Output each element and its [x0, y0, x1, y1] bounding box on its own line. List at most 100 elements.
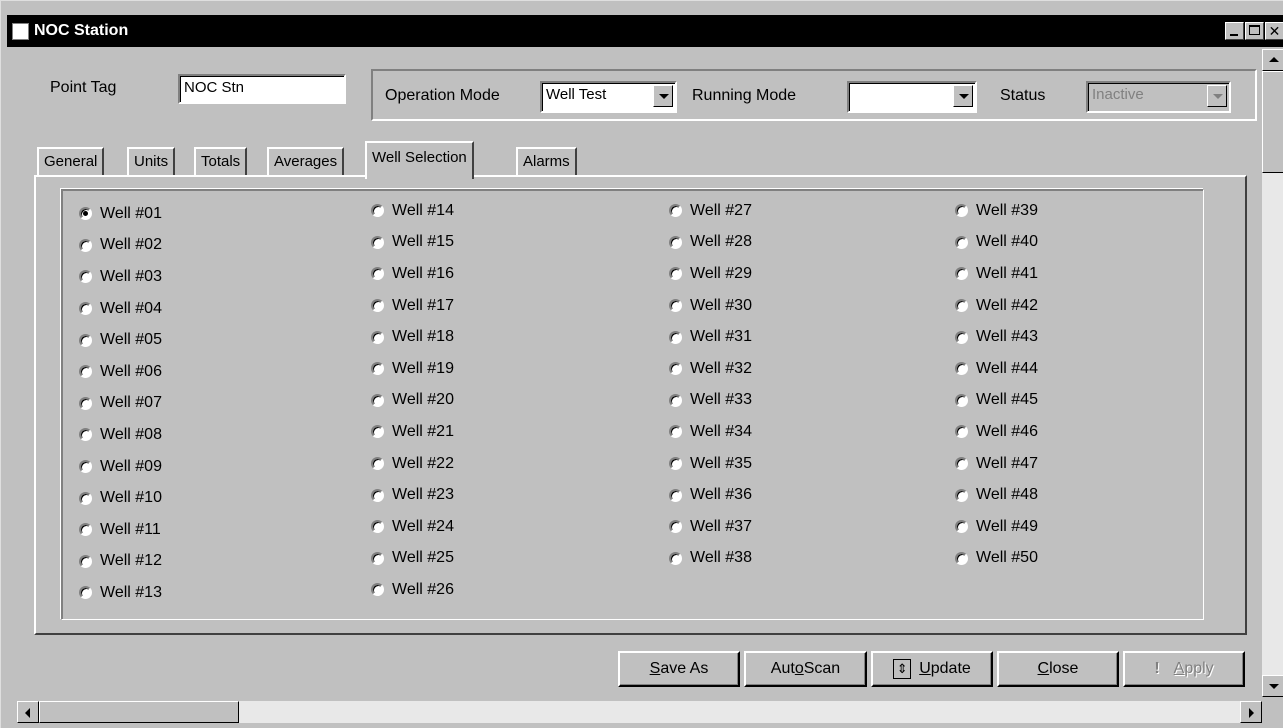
well-radio[interactable]: Well #22 — [371, 448, 454, 480]
radio-button-icon[interactable] — [669, 393, 682, 407]
well-radio[interactable]: Well #07 — [79, 388, 162, 420]
well-radio[interactable]: Well #23 — [371, 479, 454, 511]
radio-button-icon[interactable] — [669, 267, 682, 281]
radio-button-icon[interactable] — [669, 551, 682, 565]
radio-button-icon[interactable] — [371, 267, 384, 281]
radio-button-icon[interactable] — [371, 299, 384, 313]
radio-button-icon[interactable] — [79, 396, 92, 410]
radio-button-icon[interactable] — [371, 520, 384, 534]
radio-button-icon[interactable] — [669, 330, 682, 344]
well-radio[interactable]: Well #44 — [955, 353, 1038, 385]
well-radio[interactable]: Well #41 — [955, 258, 1038, 290]
radio-button-icon[interactable] — [955, 425, 968, 439]
well-radio[interactable]: Well #35 — [669, 448, 752, 480]
well-radio[interactable]: Well #29 — [669, 258, 752, 290]
well-radio[interactable]: Well #16 — [371, 258, 454, 290]
well-radio[interactable]: Well #42 — [955, 290, 1038, 322]
scroll-down-button[interactable] — [1262, 675, 1283, 697]
update-button[interactable]: ⇕ Update — [871, 651, 993, 687]
horizontal-scrollbar[interactable] — [17, 701, 1262, 723]
chevron-down-icon[interactable] — [653, 85, 673, 107]
scroll-right-button[interactable] — [1240, 701, 1262, 723]
radio-button-icon[interactable] — [79, 207, 92, 221]
well-radio[interactable]: Well #33 — [669, 385, 752, 417]
operation-mode-select[interactable]: Well Test — [540, 81, 677, 113]
radio-button-icon[interactable] — [79, 365, 92, 379]
well-radio[interactable]: Well #24 — [371, 511, 454, 543]
radio-button-icon[interactable] — [79, 302, 92, 316]
well-radio[interactable]: Well #37 — [669, 511, 752, 543]
well-radio[interactable]: Well #18 — [371, 321, 454, 353]
radio-button-icon[interactable] — [371, 330, 384, 344]
radio-button-icon[interactable] — [371, 488, 384, 502]
radio-button-icon[interactable] — [955, 362, 968, 376]
radio-button-icon[interactable] — [371, 425, 384, 439]
tab-well-selection[interactable]: Well Selection — [365, 141, 474, 179]
save-as-button[interactable]: Save As — [618, 651, 740, 687]
well-radio[interactable]: Well #34 — [669, 416, 752, 448]
scroll-up-button[interactable] — [1262, 49, 1283, 71]
radio-button-icon[interactable] — [669, 520, 682, 534]
radio-button-icon[interactable] — [669, 204, 682, 218]
close-button[interactable]: Close — [997, 651, 1119, 687]
well-radio[interactable]: Well #08 — [79, 419, 162, 451]
radio-button-icon[interactable] — [79, 523, 92, 537]
well-radio[interactable]: Well #19 — [371, 353, 454, 385]
scroll-left-button[interactable] — [17, 701, 39, 723]
close-window-button[interactable]: ✕ — [1265, 22, 1283, 40]
radio-button-icon[interactable] — [669, 235, 682, 249]
well-radio[interactable]: Well #05 — [79, 324, 162, 356]
horizontal-scroll-thumb[interactable] — [39, 701, 239, 723]
well-radio[interactable]: Well #21 — [371, 416, 454, 448]
well-radio[interactable]: Well #11 — [79, 514, 162, 546]
radio-button-icon[interactable] — [79, 270, 92, 284]
radio-button-icon[interactable] — [955, 520, 968, 534]
well-radio[interactable]: Well #30 — [669, 290, 752, 322]
tab-general[interactable]: General — [37, 147, 105, 177]
well-radio[interactable]: Well #39 — [955, 195, 1038, 227]
minimize-button[interactable] — [1225, 22, 1244, 40]
well-radio[interactable]: Well #15 — [371, 227, 454, 259]
chevron-down-icon[interactable] — [953, 85, 973, 107]
well-radio[interactable]: Well #38 — [669, 543, 752, 575]
well-radio[interactable]: Well #14 — [371, 195, 454, 227]
radio-button-icon[interactable] — [79, 333, 92, 347]
radio-button-icon[interactable] — [79, 586, 92, 600]
well-radio[interactable]: Well #06 — [79, 356, 162, 388]
radio-button-icon[interactable] — [669, 362, 682, 376]
maximize-button[interactable] — [1245, 22, 1264, 40]
well-radio[interactable]: Well #04 — [79, 293, 162, 325]
well-radio[interactable]: Well #31 — [669, 321, 752, 353]
radio-button-icon[interactable] — [955, 488, 968, 502]
radio-button-icon[interactable] — [669, 457, 682, 471]
radio-button-icon[interactable] — [371, 362, 384, 376]
well-radio[interactable]: Well #03 — [79, 261, 162, 293]
well-radio[interactable]: Well #46 — [955, 416, 1038, 448]
running-mode-select[interactable] — [847, 81, 977, 113]
radio-button-icon[interactable] — [371, 393, 384, 407]
tab-totals[interactable]: Totals — [194, 147, 248, 177]
radio-button-icon[interactable] — [669, 425, 682, 439]
radio-button-icon[interactable] — [79, 554, 92, 568]
radio-button-icon[interactable] — [371, 204, 384, 218]
radio-button-icon[interactable] — [955, 551, 968, 565]
radio-button-icon[interactable] — [371, 551, 384, 565]
well-radio[interactable]: Well #27 — [669, 195, 752, 227]
radio-button-icon[interactable] — [955, 235, 968, 249]
well-radio[interactable]: Well #43 — [955, 321, 1038, 353]
well-radio[interactable]: Well #36 — [669, 479, 752, 511]
radio-button-icon[interactable] — [79, 428, 92, 442]
well-radio[interactable]: Well #26 — [371, 574, 454, 606]
point-tag-input[interactable]: NOC Stn — [178, 74, 346, 104]
well-radio[interactable]: Well #10 — [79, 482, 162, 514]
well-radio[interactable]: Well #50 — [955, 543, 1038, 575]
radio-button-icon[interactable] — [79, 238, 92, 252]
well-radio[interactable]: Well #01 — [79, 198, 162, 230]
vertical-scrollbar[interactable] — [1262, 49, 1283, 697]
radio-button-icon[interactable] — [955, 393, 968, 407]
tab-alarms[interactable]: Alarms — [516, 147, 577, 177]
well-radio[interactable]: Well #40 — [955, 227, 1038, 259]
tab-units[interactable]: Units — [127, 147, 176, 177]
well-radio[interactable]: Well #28 — [669, 227, 752, 259]
well-radio[interactable]: Well #20 — [371, 385, 454, 417]
